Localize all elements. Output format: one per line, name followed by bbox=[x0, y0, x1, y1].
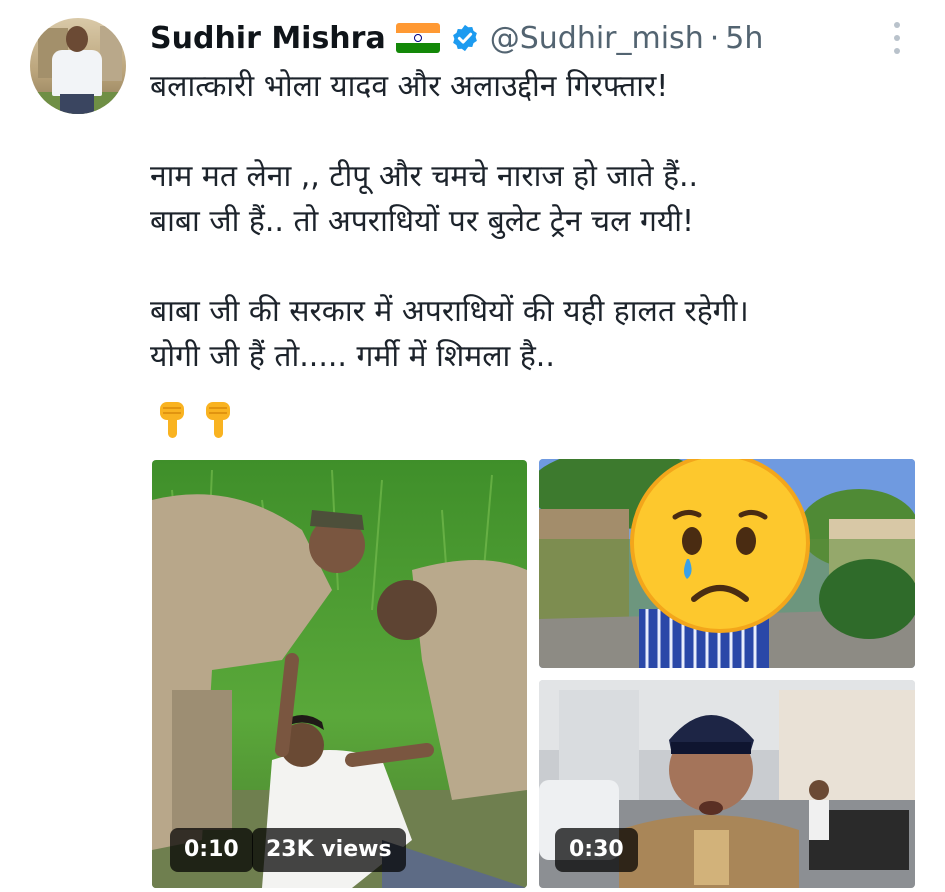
tweet-timestamp[interactable]: 5h bbox=[725, 21, 763, 56]
tweet-text: बलात्कारी भोला यादव और अलाउद्दीन गिरफ्ता… bbox=[150, 64, 930, 379]
author-handle[interactable]: @Sudhir_mish bbox=[490, 21, 704, 56]
image-thumbnail[interactable] bbox=[539, 459, 915, 668]
tweet-line: योगी जी हैं तो..... गर्मी में शिमला है.. bbox=[150, 339, 555, 374]
point-down-emoji bbox=[206, 402, 230, 438]
video-thumbnail-1[interactable] bbox=[152, 460, 527, 888]
video-duration-badge: 0:30 bbox=[555, 828, 638, 872]
tweet-line: बाबा जी हैं.. तो अपराधियों पर बुलेट ट्रे… bbox=[150, 204, 695, 239]
tweet-line: बलात्कारी भोला यादव और अलाउद्दीन गिरफ्ता… bbox=[150, 69, 669, 104]
more-options-icon[interactable] bbox=[887, 22, 907, 54]
emoji-row bbox=[155, 400, 235, 440]
point-down-emoji bbox=[160, 402, 184, 438]
avatar-person bbox=[66, 26, 88, 52]
india-flag-emoji bbox=[395, 23, 440, 53]
author-avatar[interactable] bbox=[30, 18, 126, 114]
tweet-line: नाम मत लेना ,, टीपू और चमचे नाराज हो जात… bbox=[150, 159, 699, 194]
avatar-person bbox=[60, 94, 94, 114]
author-name[interactable]: Sudhir Mishra bbox=[150, 21, 386, 56]
separator-dot: · bbox=[709, 20, 720, 56]
tweet-header: Sudhir Mishra @Sudhir_mish · 5h bbox=[150, 18, 763, 58]
video-views-badge: 23K views bbox=[252, 828, 406, 872]
avatar-background bbox=[100, 26, 122, 81]
crying-face-emoji bbox=[630, 459, 810, 633]
tweet-line: बाबा जी की सरकार में अपराधियों की यही हा… bbox=[150, 294, 749, 329]
verified-badge-icon bbox=[452, 24, 477, 52]
avatar-person bbox=[52, 50, 102, 96]
video-duration-badge: 0:10 bbox=[170, 828, 253, 872]
